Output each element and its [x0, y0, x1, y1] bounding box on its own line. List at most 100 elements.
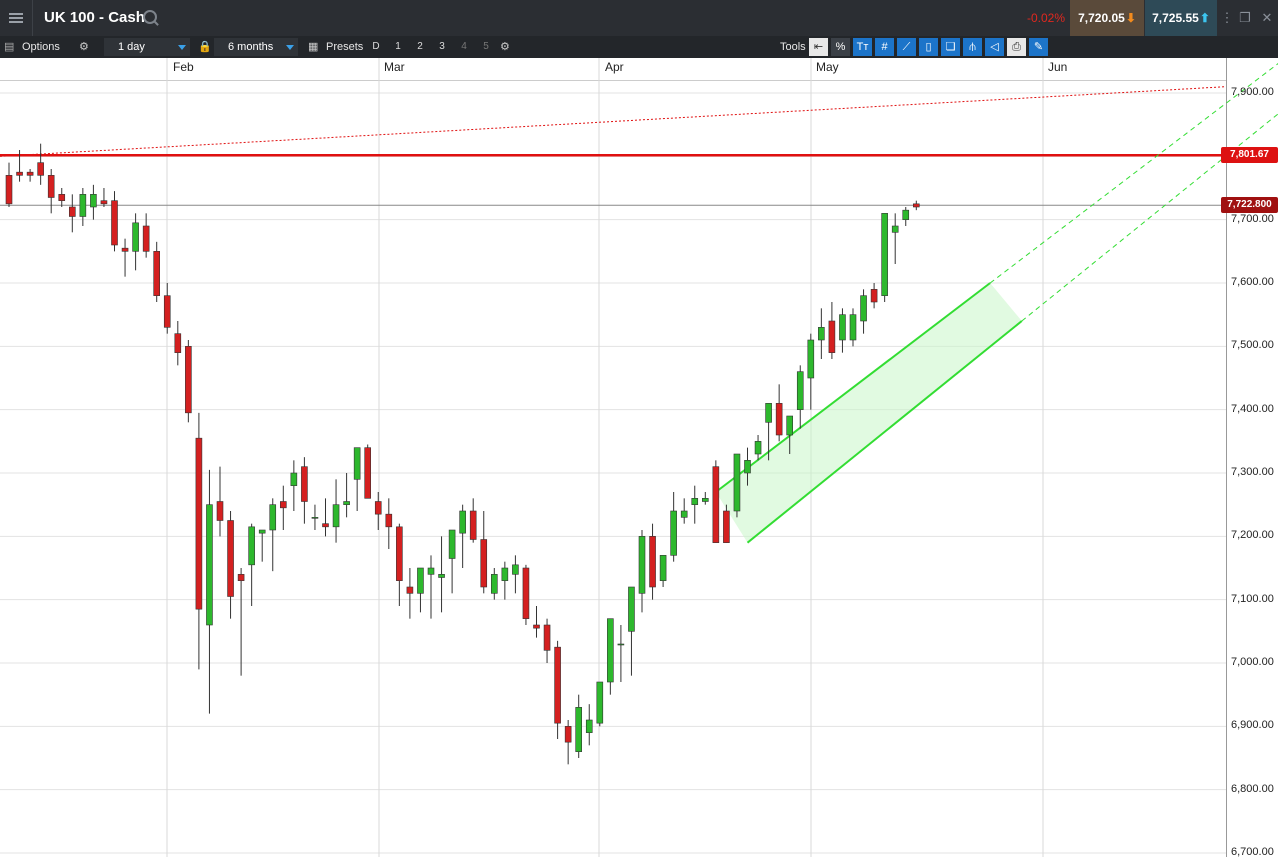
candle-body	[90, 194, 97, 208]
candle-body	[659, 555, 667, 581]
candle-body	[364, 447, 372, 499]
candle-body	[807, 339, 815, 379]
candle-body	[870, 289, 878, 303]
candle-body	[522, 567, 530, 619]
candle-body	[396, 526, 403, 581]
candle-body	[754, 441, 762, 455]
candle-body	[47, 175, 55, 198]
trendline	[0, 86, 1227, 157]
candle-body	[512, 564, 519, 575]
candle-body	[142, 225, 150, 252]
candle-body	[79, 194, 87, 217]
candle-body	[617, 643, 625, 646]
candle-body	[723, 510, 730, 543]
current-price-tag: 7,722.800	[1221, 197, 1278, 214]
candle-body	[26, 171, 34, 176]
price-tick-label: 6,800.00	[1231, 782, 1274, 795]
candle-body	[554, 646, 561, 724]
candle-body	[902, 209, 910, 220]
candle-body	[628, 586, 635, 632]
candle-body	[680, 510, 688, 518]
price-tick-label: 7,900.00	[1231, 86, 1274, 98]
candle-body	[258, 529, 266, 534]
candle-body	[374, 501, 382, 515]
candle-body	[501, 567, 509, 581]
price-tick-label: 7,500.00	[1231, 339, 1274, 352]
channel-fill	[715, 283, 1022, 543]
candle-body	[227, 520, 234, 597]
candle-body	[649, 536, 656, 588]
candle-body	[670, 510, 677, 556]
candle-body	[332, 504, 340, 528]
candle-body	[448, 529, 456, 559]
resistance-price-tag: 7,801.67	[1221, 147, 1278, 164]
candle-body	[575, 707, 583, 752]
candle-body	[469, 510, 477, 540]
candle-body	[459, 510, 466, 534]
candle-body	[839, 314, 846, 341]
candle-body	[881, 213, 888, 296]
price-tick-label: 6,900.00	[1231, 719, 1274, 732]
candle-body	[100, 200, 108, 205]
candle-body	[58, 194, 66, 201]
candle-body	[153, 251, 160, 296]
price-tick-label: 7,600.00	[1231, 276, 1274, 288]
candle-body	[775, 403, 783, 436]
price-tick-label: 7,400.00	[1231, 402, 1274, 415]
candle-body	[37, 162, 44, 176]
candle-body	[607, 618, 614, 683]
candle-body	[16, 171, 23, 176]
candle-body	[248, 526, 255, 566]
candle-body	[480, 539, 488, 588]
candle-body	[912, 203, 920, 208]
candle-body	[585, 719, 593, 733]
candle-body	[195, 437, 203, 610]
candle-body	[121, 247, 129, 252]
price-tick-label: 7,300.00	[1231, 466, 1274, 478]
candle-body	[849, 314, 857, 341]
candle-body	[185, 346, 192, 414]
candle-body	[860, 295, 867, 322]
price-tick-label: 7,200.00	[1231, 529, 1274, 542]
candle-body	[5, 175, 13, 205]
candle-body	[174, 333, 182, 353]
candle-body	[322, 523, 329, 528]
candle-body	[691, 498, 699, 505]
candle-body	[343, 501, 350, 505]
candle-body	[111, 200, 118, 246]
candle-body	[301, 466, 308, 502]
candle-body	[564, 726, 572, 743]
candlestick-chart[interactable]	[0, 0, 1278, 857]
candle-body	[796, 371, 804, 410]
candle-body	[543, 624, 551, 651]
candle-body	[701, 498, 709, 502]
candle-body	[163, 295, 171, 328]
price-tick-label: 7,100.00	[1231, 592, 1274, 605]
candle-body	[533, 624, 540, 629]
candle-body	[438, 574, 445, 578]
candle-body	[427, 567, 435, 575]
candle-body	[891, 225, 899, 233]
candle-body	[132, 222, 139, 252]
candle-body	[490, 574, 498, 594]
candle-body	[237, 574, 245, 581]
candle-body	[353, 447, 361, 480]
candle-body	[638, 536, 646, 594]
candle-body	[765, 403, 772, 423]
candle-body	[733, 453, 741, 512]
candle-body	[828, 320, 836, 353]
candle-body	[596, 681, 604, 724]
candle-body	[290, 472, 298, 486]
candle-body	[406, 586, 414, 594]
candle-body	[269, 504, 277, 531]
candle-body	[311, 517, 319, 519]
candle-body	[279, 501, 287, 509]
candle-body	[744, 460, 751, 474]
candle-body	[69, 206, 76, 217]
candle-body	[417, 567, 424, 594]
candle-body	[786, 415, 794, 436]
price-tick-label: 7,000.00	[1231, 656, 1274, 668]
candle-body	[385, 513, 393, 528]
candle-body	[818, 327, 825, 341]
price-tick-label: 7,700.00	[1231, 212, 1274, 225]
